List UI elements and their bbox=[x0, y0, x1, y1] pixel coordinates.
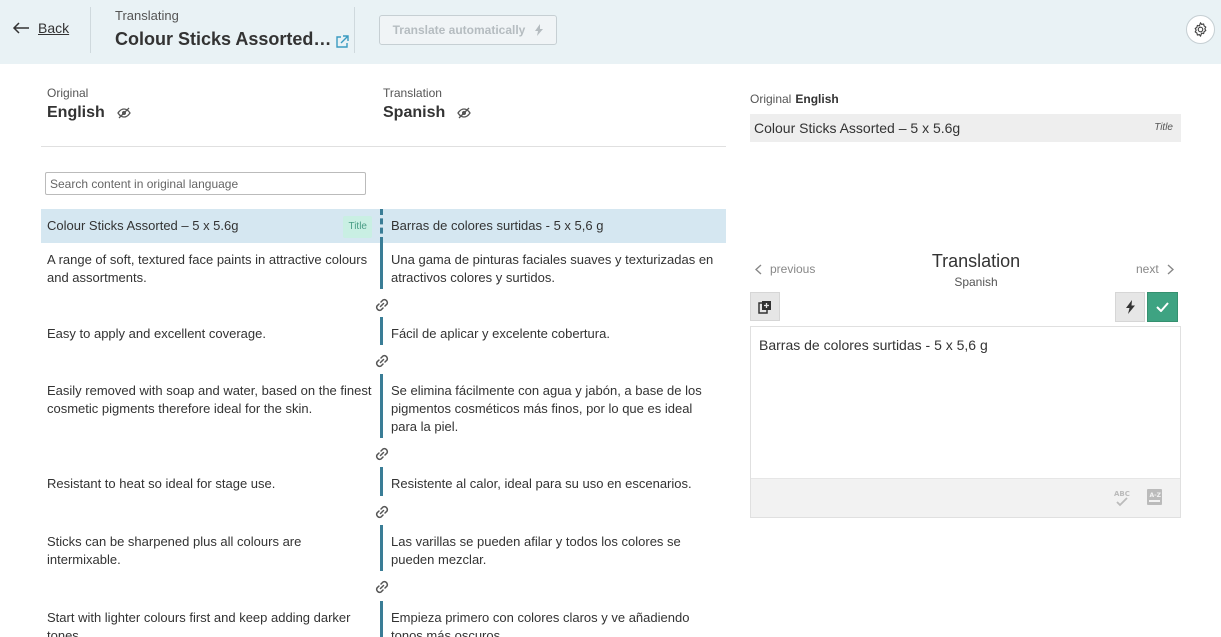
eye-slash-icon[interactable] bbox=[116, 107, 131, 119]
top-bar: Back Translating Colour Sticks Assorted…… bbox=[0, 0, 1221, 64]
link-icon[interactable] bbox=[372, 295, 392, 315]
panel-original-caption: Original bbox=[750, 92, 792, 106]
segment-source: Start with lighter colours first and kee… bbox=[47, 610, 351, 637]
segment-source: Resistant to heat so ideal for stage use… bbox=[47, 476, 276, 491]
divider bbox=[354, 7, 355, 53]
original-language: English bbox=[47, 104, 105, 121]
segment-target[interactable]: Barras de colores surtidas - 5 x 5,6 g bbox=[380, 209, 726, 243]
back-button[interactable]: Back bbox=[12, 20, 69, 36]
segment-row[interactable]: Easy to apply and excellent coverage. Fá… bbox=[41, 317, 726, 345]
translation-editor[interactable]: Barras de colores surtidas - 5 x 5,6 g A… bbox=[750, 326, 1181, 518]
segment-row[interactable]: Resistant to heat so ideal for stage use… bbox=[41, 467, 726, 496]
confirm-button[interactable] bbox=[1147, 292, 1178, 322]
check-icon bbox=[1156, 302, 1169, 312]
link-icon[interactable] bbox=[372, 351, 392, 371]
translating-label: Translating bbox=[115, 8, 179, 23]
segment-target[interactable]: Empieza primero con colores claros y ve … bbox=[380, 601, 726, 637]
segment-row[interactable]: Colour Sticks Assorted – 5 x 5.6g Title … bbox=[41, 209, 726, 243]
next-button[interactable]: next bbox=[1136, 262, 1174, 276]
segment-list: Colour Sticks Assorted – 5 x 5.6g Title … bbox=[41, 209, 726, 637]
panel-language: Spanish bbox=[954, 275, 998, 289]
segment-target[interactable]: Una gama de pinturas faciales suaves y t… bbox=[380, 243, 726, 289]
gear-icon bbox=[1194, 22, 1207, 37]
segment-source: Sticks can be sharpened plus all colours… bbox=[47, 534, 302, 567]
segment-row[interactable]: Sticks can be sharpened plus all colours… bbox=[41, 525, 726, 571]
segment-gap bbox=[41, 496, 726, 525]
previous-button[interactable]: previous bbox=[755, 262, 815, 276]
segment-source: Colour Sticks Assorted – 5 x 5.6g Title bbox=[41, 209, 380, 243]
segment-source-text: Colour Sticks Assorted – 5 x 5.6g bbox=[47, 218, 239, 233]
segment-gap bbox=[41, 289, 726, 317]
panel-title: Translation bbox=[931, 251, 1021, 271]
panel-original-tag: Title bbox=[1154, 122, 1173, 133]
search-input[interactable] bbox=[45, 172, 366, 195]
chevron-right-icon bbox=[1167, 263, 1174, 275]
panel-original-label: Original English bbox=[750, 92, 839, 106]
panel-original-text-value: Colour Sticks Assorted – 5 x 5.6g bbox=[754, 120, 961, 136]
original-column-header: Original English bbox=[47, 86, 131, 122]
eye-slash-icon[interactable] bbox=[457, 107, 472, 119]
segment-gap bbox=[41, 345, 726, 374]
translate-automatically-label: Translate automatically bbox=[392, 23, 526, 37]
divider bbox=[41, 146, 726, 147]
segment-target[interactable]: Las varillas se pueden afilar y todos lo… bbox=[380, 525, 726, 571]
segment-row[interactable]: Easily removed with soap and water, base… bbox=[41, 374, 726, 438]
next-label: next bbox=[1136, 262, 1159, 276]
segment-row[interactable]: Start with lighter colours first and kee… bbox=[41, 601, 726, 637]
translation-caption: Translation bbox=[383, 86, 442, 100]
document-title-text: Colour Sticks Assorted… bbox=[115, 29, 332, 49]
segment-row[interactable]: A range of soft, textured face paints in… bbox=[41, 243, 726, 289]
bolt-icon bbox=[535, 24, 544, 36]
translate-automatically-button[interactable]: Translate automatically bbox=[379, 15, 557, 45]
settings-button[interactable] bbox=[1186, 15, 1215, 44]
machine-translate-button[interactable] bbox=[1115, 292, 1145, 322]
segment-source: A range of soft, textured face paints in… bbox=[47, 252, 368, 285]
translation-language: Spanish bbox=[383, 104, 446, 121]
arrow-left-icon bbox=[12, 22, 29, 34]
segment-target[interactable]: Se elimina fácilmente con agua y jabón, … bbox=[380, 374, 726, 438]
copy-icon bbox=[758, 300, 771, 314]
panel-original-language: English bbox=[795, 92, 839, 106]
editor-toolbar: ABC A-Z bbox=[751, 478, 1180, 517]
svg-text:ABC: ABC bbox=[1114, 490, 1130, 498]
segment-gap bbox=[41, 571, 726, 601]
segment-source: Easily removed with soap and water, base… bbox=[47, 383, 372, 416]
title-badge: Title bbox=[343, 216, 372, 238]
translation-editor-text[interactable]: Barras de colores surtidas - 5 x 5,6 g bbox=[759, 337, 988, 353]
dictionary-icon[interactable]: A-Z bbox=[1146, 488, 1163, 506]
original-caption: Original bbox=[47, 86, 89, 100]
spellcheck-icon[interactable]: ABC bbox=[1113, 488, 1131, 508]
segment-gap bbox=[41, 438, 726, 467]
segment-target[interactable]: Resistente al calor, ideal para su uso e… bbox=[380, 467, 726, 496]
link-icon[interactable] bbox=[372, 444, 392, 464]
document-title[interactable]: Colour Sticks Assorted… bbox=[115, 29, 350, 50]
svg-text:A-Z: A-Z bbox=[1150, 492, 1162, 499]
copy-source-button[interactable] bbox=[750, 292, 780, 321]
segment-source: Easy to apply and excellent coverage. bbox=[47, 326, 266, 341]
external-link-icon[interactable] bbox=[335, 34, 350, 49]
translation-column-header: Translation Spanish bbox=[383, 86, 472, 122]
link-icon[interactable] bbox=[372, 577, 392, 597]
segment-target[interactable]: Fácil de aplicar y excelente cobertura. bbox=[380, 317, 726, 345]
back-label: Back bbox=[38, 20, 70, 36]
bolt-icon bbox=[1125, 300, 1135, 314]
panel-original-text: Colour Sticks Assorted – 5 x 5.6g Title bbox=[750, 114, 1181, 142]
previous-label: previous bbox=[770, 262, 816, 276]
link-icon[interactable] bbox=[372, 502, 392, 522]
chevron-left-icon bbox=[755, 263, 762, 275]
divider bbox=[90, 7, 91, 53]
